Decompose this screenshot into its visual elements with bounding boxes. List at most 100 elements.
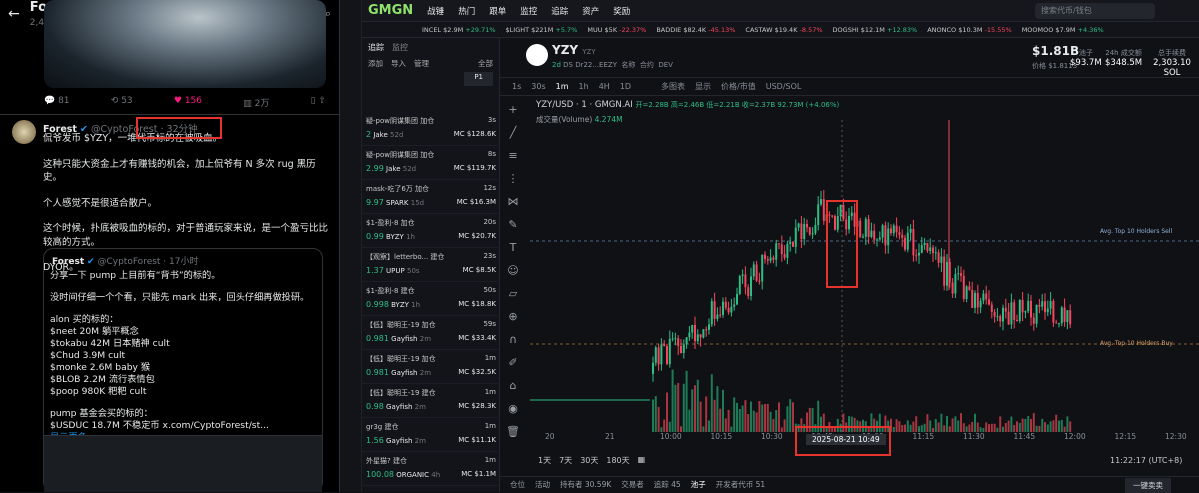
- watch-row[interactable]: 【低】聪明王-19 建仓 1m 0.98 Gayfish 2m MC $28.3K: [362, 382, 500, 418]
- name-link[interactable]: 名称: [621, 61, 635, 69]
- quote-image[interactable]: [44, 435, 322, 492]
- lines-icon[interactable]: ≡: [505, 148, 521, 164]
- tab-monitor[interactable]: 监控: [392, 42, 408, 52]
- ruler-icon[interactable]: ▱: [505, 286, 521, 302]
- volume-bar: [741, 405, 744, 432]
- watch-row[interactable]: 疑-pow阴谋集团 加仓 8s 2.99 Jake 52d MC $119.7K: [362, 144, 500, 180]
- multi-chart-button[interactable]: 多图表: [661, 81, 685, 92]
- ticker-item[interactable]: BADDIE $82.4K -45.13%: [656, 26, 735, 34]
- contract-link[interactable]: 合约: [640, 61, 654, 69]
- repost-button[interactable]: ⟲ 53: [111, 96, 133, 109]
- crosshair-icon[interactable]: +: [505, 102, 521, 118]
- lock-draw-icon[interactable]: ✐: [505, 355, 521, 371]
- nav-item[interactable]: 资产: [582, 5, 599, 17]
- tf-1h[interactable]: 1h: [579, 82, 589, 91]
- ticker-item[interactable]: $LIGHT $221M +5.7%: [506, 26, 578, 34]
- nav-item[interactable]: 奖励: [613, 5, 630, 17]
- bottom-tab[interactable]: 交易者: [621, 479, 644, 490]
- highlight-box: [136, 117, 222, 139]
- ticker-item[interactable]: CASTAW $19.4K -8.57%: [745, 26, 822, 34]
- search-input[interactable]: 搜索代币/钱包: [1035, 3, 1155, 19]
- reply-button[interactable]: 💬 81: [44, 96, 70, 109]
- candle: [674, 338, 677, 340]
- tf-4h[interactable]: 4H: [599, 82, 610, 91]
- candle: [884, 225, 887, 246]
- filter-select[interactable]: 全部: [478, 58, 493, 70]
- watch-row[interactable]: 【低】聪明王-19 加仓 59s 0.981 Gayfish 2m MC $33.4K: [362, 314, 500, 350]
- ticker-item[interactable]: ANONCO $10.3M -15.55%: [927, 26, 1011, 34]
- tf-30s[interactable]: 30s: [531, 82, 545, 91]
- pattern-icon[interactable]: ⋈: [505, 194, 521, 210]
- manage-button[interactable]: 管理: [414, 58, 429, 70]
- range-180d[interactable]: 180天: [606, 455, 629, 466]
- ticker-item[interactable]: MOOMOO $7.9M +4.36%: [1022, 26, 1104, 34]
- watch-row[interactable]: 【观察】letterbo... 建仓 23s 1.37 UPUP 50s MC $8.…: [362, 246, 500, 282]
- nav-item[interactable]: 战锤: [427, 5, 444, 17]
- bottom-tab[interactable]: 开发者代币 51: [716, 479, 765, 490]
- volume-bar: [1046, 424, 1049, 432]
- range-7d[interactable]: 7天: [559, 455, 572, 466]
- range-1d[interactable]: 1天: [538, 455, 551, 466]
- watch-row[interactable]: $1-盈利-8 建仓 50s 0.998 BYZY 1h MC $18.8K: [362, 280, 500, 316]
- lock-icon[interactable]: ⌂: [505, 378, 521, 394]
- price-mcap-toggle[interactable]: 价格/市值: [721, 81, 756, 92]
- text-icon[interactable]: T: [505, 240, 521, 256]
- ticker-item[interactable]: INCEL $2.9M +29.71%: [422, 26, 496, 34]
- candle: [1038, 304, 1041, 307]
- fib-icon[interactable]: ⋮: [505, 171, 521, 187]
- candle: [892, 225, 895, 234]
- bookmark-icon[interactable]: ▯ ⇧: [311, 96, 326, 109]
- like-button[interactable]: ♥ 156: [174, 96, 202, 109]
- nav-item[interactable]: 监控: [520, 5, 537, 17]
- bottom-tab[interactable]: 追踪 45: [654, 479, 681, 490]
- ticker-item[interactable]: MUU $5K -22.37%: [587, 26, 646, 34]
- brush-icon[interactable]: ✎: [505, 217, 521, 233]
- views-count[interactable]: ▥ 2万: [243, 96, 269, 109]
- volume-bar: [747, 414, 750, 432]
- bottom-tab[interactable]: 持有者 30.59K: [560, 479, 611, 490]
- quick-sell-button[interactable]: 一键卖卖: [1125, 478, 1171, 493]
- watch-row[interactable]: mask-吃了6万 加仓 12s 9.97 SPARK 15d MC $16.3M: [362, 178, 500, 214]
- watch-row[interactable]: gr3g 建仓 1m 1.56 Gayfish 2m MC $11.1K: [362, 416, 500, 452]
- dev-link[interactable]: DEV: [658, 61, 673, 69]
- trash-icon[interactable]: 🗑: [505, 424, 521, 440]
- trendline-icon[interactable]: ╱: [505, 125, 521, 141]
- zoom-icon[interactable]: ⊕: [505, 309, 521, 325]
- bottom-tab[interactable]: 仓位: [510, 479, 525, 490]
- candle: [736, 293, 738, 305]
- candle: [873, 230, 876, 240]
- candle: [747, 287, 750, 296]
- emoji-icon[interactable]: ☺: [505, 263, 521, 279]
- tf-1s[interactable]: 1s: [512, 82, 521, 91]
- candle: [1060, 307, 1063, 324]
- price-chart[interactable]: [530, 120, 1199, 432]
- avatar[interactable]: [12, 120, 36, 144]
- tab-track[interactable]: 追踪: [368, 42, 384, 52]
- watch-row[interactable]: 外星猫? 建仓 1m 100.08 ORGANIC 4h MC $1.1M: [362, 450, 500, 486]
- display-button[interactable]: 显示: [695, 81, 711, 92]
- back-arrow-icon[interactable]: ←: [8, 6, 20, 22]
- range-30d[interactable]: 30天: [580, 455, 598, 466]
- bottom-tab[interactable]: 活动: [535, 479, 550, 490]
- candle: [979, 300, 982, 308]
- nav-item[interactable]: 跟单: [489, 5, 506, 17]
- nav-item[interactable]: 追踪: [551, 5, 568, 17]
- nav-item[interactable]: 热门: [458, 5, 475, 17]
- tf-1d[interactable]: 1D: [620, 82, 631, 91]
- add-button[interactable]: 添加: [368, 58, 383, 70]
- page-select[interactable]: P1: [464, 72, 493, 86]
- ticker-item[interactable]: DOGSHI $12.1M +12.83%: [833, 26, 918, 34]
- volume-bar: [674, 384, 677, 432]
- tf-1m[interactable]: 1m: [556, 82, 569, 91]
- import-button[interactable]: 导入: [391, 58, 406, 70]
- watch-row[interactable]: 疑-pow阴谋集团 加仓 3s 2 Jake 52d MC $128.6K: [362, 110, 500, 146]
- gmgn-logo[interactable]: GMGN: [368, 3, 413, 18]
- post-image[interactable]: [44, 0, 326, 88]
- watch-row[interactable]: $1-盈利-8 加仓 20s 0.99 BYZY 1h MC $20.7K: [362, 212, 500, 248]
- currency-toggle[interactable]: USD/SOL: [766, 82, 802, 91]
- bottom-tab[interactable]: 池子: [691, 479, 706, 490]
- calendar-icon[interactable]: ▦: [638, 455, 646, 466]
- magnet-icon[interactable]: ∩: [505, 332, 521, 348]
- watch-row[interactable]: 【低】聪明王-19 加仓 1m 0.981 Gayfish 2m MC $32.5K: [362, 348, 500, 384]
- eye-icon[interactable]: ◉: [505, 401, 521, 417]
